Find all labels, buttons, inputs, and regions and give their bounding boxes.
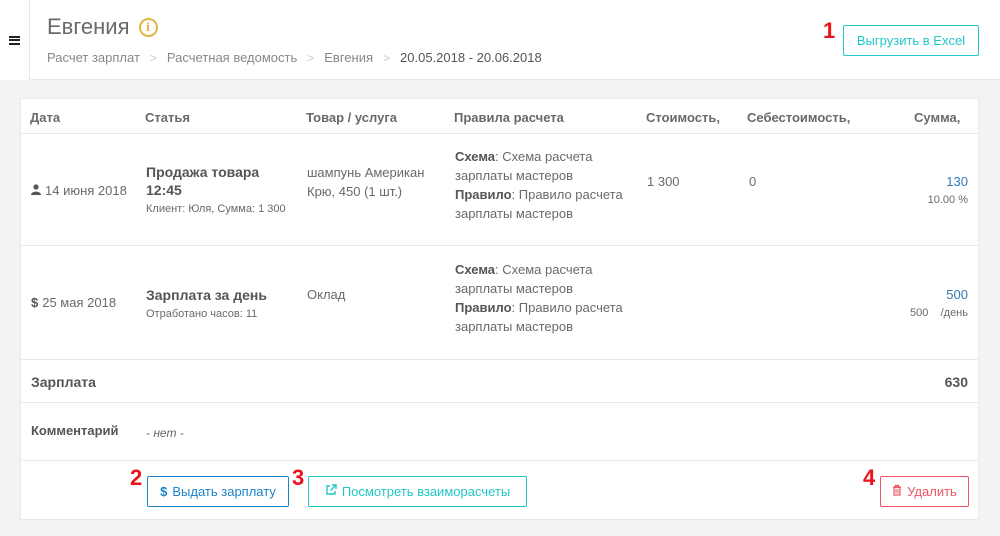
amount-subtext: 10.00 %: [927, 194, 968, 206]
divider: [21, 245, 978, 246]
date-text: 25 мая 2018: [42, 295, 117, 310]
view-settlements-button[interactable]: Посмотреть взаиморасчеты: [308, 476, 527, 507]
annotation-marker-3: 3: [292, 465, 305, 490]
annotation-marker-4: 4: [863, 465, 876, 490]
salary-label: Зарплата: [31, 374, 96, 390]
date-text: 14 июня 2018: [45, 183, 127, 198]
column-header-article: Статья: [145, 110, 190, 125]
row-rules: Схема: Схема расчета зарплаты мастеров П…: [455, 260, 630, 336]
page-title: Евгения: [47, 14, 130, 39]
breadcrumb-item-payroll[interactable]: Расчетная ведомость: [167, 50, 297, 65]
payroll-panel: Дата Статья Товар / услуга Правила расче…: [20, 98, 979, 520]
amount-subtext: 500 /день: [910, 307, 968, 319]
export-excel-button[interactable]: Выгрузить в Excel: [843, 25, 979, 56]
article-subtitle: Отработано часов: 11: [146, 308, 258, 320]
divider: [21, 359, 978, 360]
column-header-sum: Сумма,: [914, 110, 961, 125]
breadcrumb-separator: >: [149, 50, 157, 65]
comment-label: Комментарий: [31, 423, 119, 438]
breadcrumb: Расчет зарплат > Расчетная ведомость > Е…: [47, 50, 542, 65]
row-date: $ 25 мая 2018: [31, 295, 116, 310]
row-article: Зарплата за день Отработано часов: 11: [146, 286, 286, 320]
amount-link[interactable]: 500: [878, 287, 968, 302]
dollar-icon: $: [31, 295, 39, 310]
row-article: Продажа товара 12:45 Клиент: Юля, Сумма:…: [146, 163, 286, 215]
amount-link[interactable]: 130: [878, 174, 968, 189]
article-subtitle: Клиент: Юля, Сумма: 1 300: [146, 203, 286, 215]
user-icon: [31, 183, 41, 198]
breadcrumb-item-period: 20.05.2018 - 20.06.2018: [400, 50, 542, 65]
view-settlements-label: Посмотреть взаиморасчеты: [341, 484, 511, 499]
column-header-product: Товар / услуга: [306, 110, 397, 125]
article-title: Зарплата за день: [146, 287, 267, 303]
external-link-icon: [325, 484, 337, 499]
article-title: Продажа товара 12:45: [146, 164, 260, 198]
annotation-marker-1: 1: [823, 18, 836, 43]
column-header-date: Дата: [30, 110, 61, 125]
pay-salary-button[interactable]: $ Выдать зарплату: [147, 476, 289, 507]
row-self-cost: 0: [749, 174, 757, 189]
breadcrumb-separator: >: [307, 50, 315, 65]
row-date: 14 июня 2018: [31, 183, 127, 198]
column-header-rules: Правила расчета: [454, 110, 564, 125]
trash-icon: [892, 484, 902, 499]
divider: [21, 402, 978, 403]
pay-salary-label: Выдать зарплату: [172, 484, 276, 499]
divider: [21, 460, 978, 461]
row-cost: 1 300: [647, 174, 680, 189]
scheme-label: Схема: [455, 149, 496, 164]
breadcrumb-item-salary-calc[interactable]: Расчет зарплат: [47, 50, 140, 65]
row-product: Оклад: [307, 287, 346, 302]
row-product: шампунь Американ Крю, 450 (1 шт.): [307, 165, 425, 199]
title-row: Евгения i: [47, 14, 158, 40]
divider: [21, 133, 978, 134]
menu-toggle-button[interactable]: [0, 0, 30, 80]
rule-label: Правило: [455, 187, 512, 202]
delete-label: Удалить: [907, 484, 957, 499]
comment-value: - нет -: [146, 426, 184, 440]
annotation-marker-2: 2: [130, 465, 143, 490]
breadcrumb-separator: >: [383, 50, 391, 65]
rule-label: Правило: [455, 300, 512, 315]
row-amount: 500 500 /день: [878, 287, 968, 319]
column-header-self-cost: Себестоимость,: [747, 110, 851, 125]
top-header: Евгения i Расчет зарплат > Расчетная вед…: [0, 0, 1000, 80]
salary-value: 630: [944, 374, 968, 390]
hamburger-icon: [9, 35, 20, 45]
info-icon[interactable]: i: [138, 17, 158, 37]
breadcrumb-item-employee[interactable]: Евгения: [324, 50, 373, 65]
row-amount: 130 10.00 %: [878, 174, 968, 206]
dollar-icon: $: [160, 484, 168, 499]
delete-button[interactable]: Удалить: [880, 476, 969, 507]
scheme-label: Схема: [455, 262, 496, 277]
row-rules: Схема: Схема расчета зарплаты мастеров П…: [455, 147, 630, 223]
column-header-cost: Стоимость,: [646, 110, 720, 125]
